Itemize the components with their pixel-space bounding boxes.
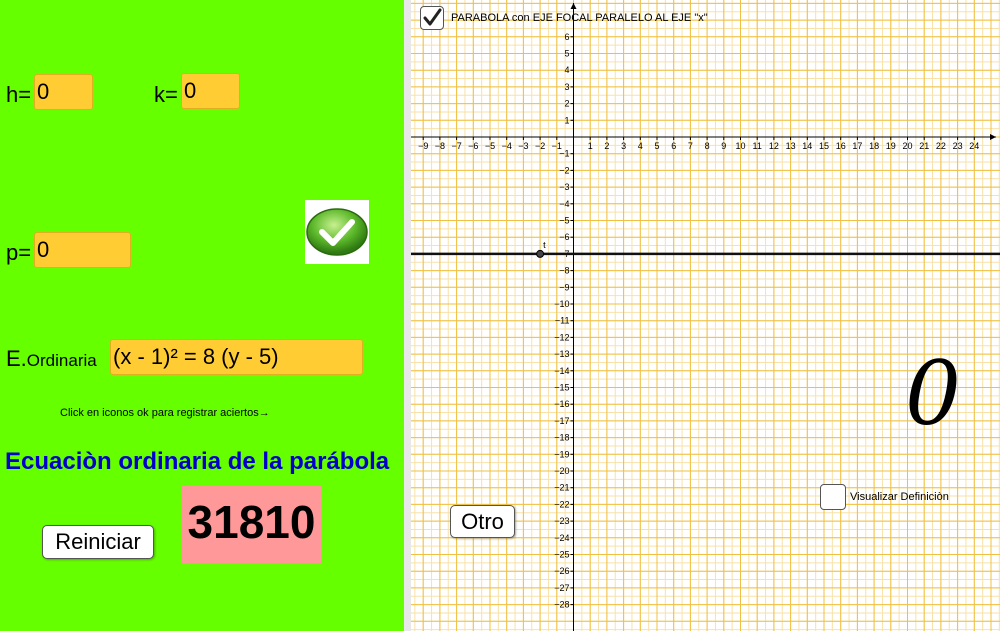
- x-tick-label: 12: [769, 141, 779, 151]
- y-tick-label: −26: [554, 566, 569, 576]
- x-tick-label: 22: [936, 141, 946, 151]
- x-tick-label: 6: [671, 141, 676, 151]
- point-t-label: t: [543, 240, 546, 250]
- x-tick-label: 15: [819, 141, 829, 151]
- x-tick-label: −6: [468, 141, 478, 151]
- y-tick-label: −18: [554, 433, 569, 443]
- control-panel: h= 0 k= 0 p= 0 E.Ordinaria (x - 1)² = 8 …: [0, 0, 404, 631]
- y-tick-label: −5: [559, 216, 569, 226]
- other-button[interactable]: Otro: [450, 505, 515, 538]
- x-tick-label: −2: [535, 141, 545, 151]
- x-tick-label: −5: [485, 141, 495, 151]
- y-tick-label: −24: [554, 533, 569, 543]
- check-icon: [306, 208, 368, 256]
- y-tick-label: −3: [559, 182, 569, 192]
- y-tick-label: −22: [554, 499, 569, 509]
- x-tick-label: 10: [735, 141, 745, 151]
- x-tick-label: 17: [852, 141, 862, 151]
- y-tick-label: −9: [559, 282, 569, 292]
- x-tick-label: 1: [588, 141, 593, 151]
- y-tick-label: 5: [564, 49, 569, 59]
- x-tick-label: 24: [969, 141, 979, 151]
- panel-divider: [404, 0, 411, 631]
- p-label: p=: [6, 240, 32, 265]
- p-input[interactable]: 0: [34, 232, 131, 268]
- y-tick-label: −20: [554, 466, 569, 476]
- parabola-checkbox-label: PARABOLA con EJE FOCAL PARALELO AL EJE "…: [451, 12, 708, 24]
- y-tick-label: −4: [559, 199, 569, 209]
- x-tick-label: 8: [705, 141, 710, 151]
- h-label: h=: [6, 82, 32, 107]
- h-input[interactable]: 0: [34, 74, 93, 110]
- y-tick-label: −25: [554, 550, 569, 560]
- x-tick-label: −9: [418, 141, 428, 151]
- y-tick-label: −14: [554, 366, 569, 376]
- x-tick-label: −8: [435, 141, 445, 151]
- y-tick-label: 6: [564, 32, 569, 42]
- y-tick-label: −15: [554, 383, 569, 393]
- x-tick-label: 16: [836, 141, 846, 151]
- y-tick-label: −2: [559, 165, 569, 175]
- k-input[interactable]: 0: [181, 73, 240, 109]
- parabola-checkbox[interactable]: [420, 6, 444, 30]
- definition-checkbox-label: Visualizar Definiciòn: [850, 491, 949, 503]
- x-tick-label: 9: [721, 141, 726, 151]
- equation-label-main: E.: [6, 346, 27, 371]
- page-title: Ecuaciòn ordinaria de la parábola: [5, 448, 390, 475]
- y-tick-label: −6: [559, 232, 569, 242]
- y-tick-label: −1: [559, 149, 569, 159]
- x-tick-label: 5: [654, 141, 659, 151]
- y-tick-label: 1: [564, 115, 569, 125]
- x-tick-label: 2: [604, 141, 609, 151]
- y-tick-label: −12: [554, 332, 569, 342]
- x-tick-label: −3: [518, 141, 528, 151]
- ok-check-button[interactable]: [305, 200, 369, 264]
- equation-input[interactable]: (x - 1)² = 8 (y - 5): [110, 339, 363, 375]
- point-t: [536, 249, 545, 258]
- reset-button[interactable]: Reiniciar: [42, 525, 154, 559]
- x-tick-label: 19: [886, 141, 896, 151]
- y-tick-label: 2: [564, 99, 569, 109]
- y-tick-label: −28: [554, 600, 569, 610]
- y-tick-label: −21: [554, 483, 569, 493]
- hint-text: Click en iconos ok para registrar aciert…: [60, 407, 270, 419]
- y-tick-label: 3: [564, 82, 569, 92]
- x-tick-label: 23: [953, 141, 963, 151]
- y-tick-label: −23: [554, 516, 569, 526]
- y-tick-label: −10: [554, 299, 569, 309]
- y-tick-label: −16: [554, 399, 569, 409]
- x-tick-label: 7: [688, 141, 693, 151]
- y-tick-label: −19: [554, 449, 569, 459]
- y-tick-label: 4: [564, 65, 569, 75]
- x-tick-label: 4: [638, 141, 643, 151]
- x-tick-label: 21: [919, 141, 929, 151]
- checkmark-icon: [423, 8, 442, 26]
- y-tick-label: −27: [554, 583, 569, 593]
- x-tick-label: 11: [753, 141, 762, 151]
- x-tick-label: 3: [621, 141, 626, 151]
- x-tick-label: −4: [502, 141, 512, 151]
- x-tick-label: 20: [902, 141, 912, 151]
- y-tick-label: −13: [554, 349, 569, 359]
- x-tick-label: 13: [786, 141, 796, 151]
- x-tick-label: −7: [451, 141, 461, 151]
- equation-label: E.Ordinaria: [6, 348, 97, 370]
- k-label: k=: [154, 82, 178, 107]
- y-tick-label: −8: [559, 266, 569, 276]
- equation-label-sub: Ordinaria: [26, 351, 97, 370]
- definition-checkbox[interactable]: [820, 484, 846, 510]
- x-tick-label: 18: [869, 141, 879, 151]
- x-tick-label: 14: [802, 141, 812, 151]
- big-value-text: 0: [905, 342, 961, 445]
- y-tick-label: −17: [554, 416, 569, 426]
- score-display: 31810: [182, 486, 321, 563]
- x-axis-arrow: [990, 134, 996, 140]
- y-tick-label: −11: [555, 316, 570, 326]
